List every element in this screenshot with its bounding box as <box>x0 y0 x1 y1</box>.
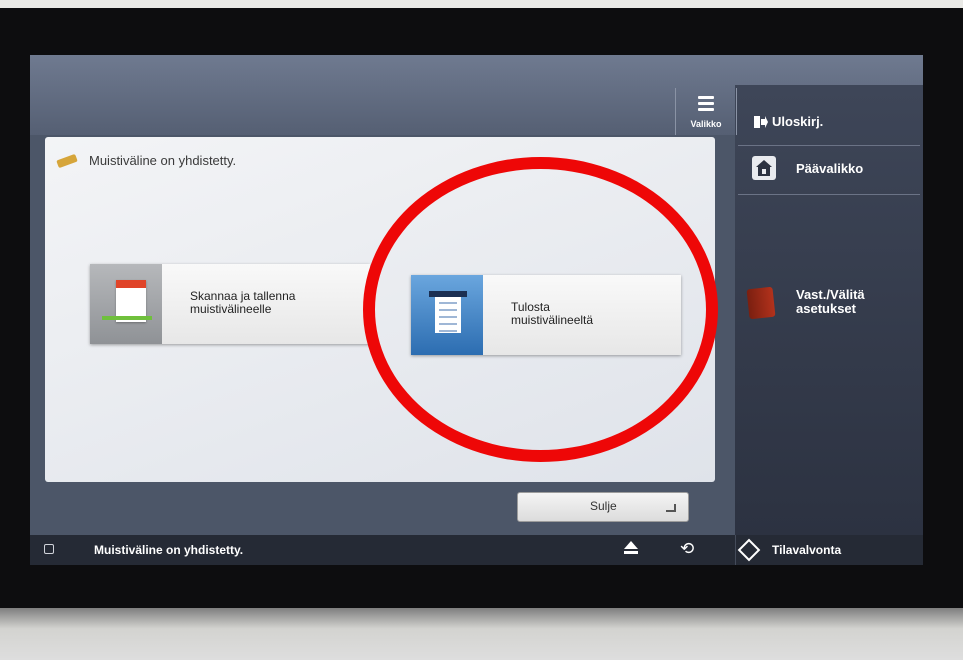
home-label: Päävalikko <box>796 161 864 176</box>
close-button[interactable]: Sulje <box>517 492 689 522</box>
menu-label: Valikko <box>690 119 722 129</box>
status-monitor-icon <box>737 538 761 562</box>
red-highlight-circle <box>363 157 718 462</box>
logout-label: Uloskirj. <box>772 114 824 129</box>
eject-icon[interactable] <box>624 541 638 557</box>
scan-and-store-tile[interactable]: Skannaa ja tallenna muistivälineelle <box>90 264 370 344</box>
settings-label: Vast./Välitä asetukset <box>796 287 865 316</box>
scan-icon <box>90 264 162 344</box>
usb-memory-icon <box>56 153 78 169</box>
return-icon <box>666 504 676 512</box>
scan-tile-label: Skannaa ja tallenna muistivälineelle <box>190 289 296 316</box>
connected-message: Muistiväline on yhdistetty. <box>89 153 237 168</box>
status-monitor-label: Tilavalvonta <box>772 543 842 557</box>
home-icon <box>752 156 776 180</box>
device-bottom-edge <box>0 608 963 660</box>
menu-button[interactable]: Valikko <box>675 88 737 135</box>
logout-button[interactable]: Uloskirj. <box>738 88 920 136</box>
hamburger-icon <box>698 96 714 114</box>
send-forward-settings-button[interactable]: Vast./Välitä asetukset <box>738 270 920 330</box>
status-bar: Muistiväline on yhdistetty. ⟲ Tilavalvon… <box>30 535 923 565</box>
status-message: Muistiväline on yhdistetty. <box>94 543 244 557</box>
logout-icon <box>754 116 768 128</box>
address-book-icon <box>746 286 776 320</box>
switch-user-icon[interactable]: ⟲ <box>680 539 700 559</box>
lock-icon <box>44 544 54 554</box>
status-monitor-button[interactable]: Tilavalvonta <box>735 535 923 565</box>
close-label: Sulje <box>590 499 617 513</box>
home-button[interactable]: Päävalikko <box>738 145 920 195</box>
